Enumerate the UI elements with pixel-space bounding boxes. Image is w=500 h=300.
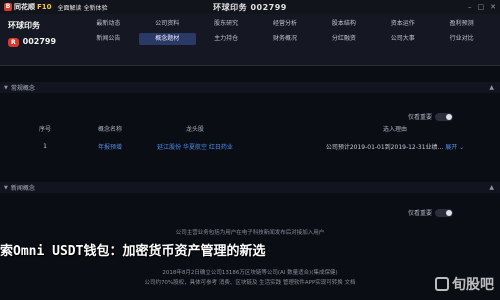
- reason-text: 公司预计2019-01-01到2019-12-31业绩...: [325, 143, 444, 151]
- nav-holdings[interactable]: 主力持仓: [198, 33, 255, 45]
- expand-arrow-icon[interactable]: ▲: [489, 84, 494, 91]
- row-reason: 公司预计2019-01-01到2019-12-31业绩... 展开 ⌄: [290, 138, 500, 154]
- nav-dividends[interactable]: 分红融资: [315, 33, 372, 45]
- toggle-switch[interactable]: [435, 208, 454, 217]
- row-leaders[interactable]: 延江股份 华夏航空 红日药业: [130, 138, 260, 154]
- col-index: 序号: [38, 125, 51, 133]
- expand-arrow-icon[interactable]: ▲: [489, 184, 494, 191]
- close-icon[interactable]: ✕: [490, 3, 496, 11]
- nav-capital-structure[interactable]: 股本结构: [315, 18, 372, 30]
- col-spacer: [260, 118, 290, 138]
- window-controls: – □ ✕: [468, 3, 496, 11]
- news-line: 公司主营业务包括为用户在电子科技新闻发布后对接加入用户: [175, 230, 325, 236]
- nav-shareholders[interactable]: 股东研究: [198, 18, 255, 30]
- table-header-row: 序号 概念名称 龙头股 选入理由: [0, 118, 500, 138]
- app-subtitle: 全面解读 全新体验: [57, 4, 108, 12]
- collapse-icon[interactable]: ▼: [4, 85, 8, 91]
- row-index: 1: [43, 142, 47, 150]
- stock-info: 环球印务 R 002799: [8, 20, 56, 48]
- nav-events[interactable]: 公司大事: [374, 33, 431, 45]
- nav-finance[interactable]: 财务概况: [257, 33, 314, 45]
- nav-company-profile[interactable]: 公司资料: [139, 18, 196, 30]
- nav-operations[interactable]: 经营分析: [257, 18, 314, 30]
- news-line: 2018年8月2日确立公司13186万区块链等公司(AI 数量适合)(集成保健): [162, 270, 338, 276]
- collapse-icon[interactable]: ▼: [4, 185, 8, 191]
- minimize-icon[interactable]: –: [468, 3, 472, 11]
- toggle-label: 仅看重要: [408, 210, 433, 217]
- concept-panel-title: 常规概念: [10, 85, 35, 92]
- col-concept-name: 概念名称: [97, 125, 122, 133]
- stock-badge: R: [8, 37, 19, 47]
- expand-link[interactable]: 展开: [445, 144, 457, 151]
- nav-industry[interactable]: 行业对比: [433, 33, 490, 45]
- important-only-toggle[interactable]: 仅看重要: [408, 208, 454, 217]
- watermark-text: 旬股吧: [452, 277, 494, 293]
- maximize-icon[interactable]: □: [478, 3, 485, 11]
- window-title: 环球印务 002799: [213, 3, 287, 12]
- nav-forecast[interactable]: 盈利预测: [433, 18, 490, 30]
- concept-table: 序号 概念名称 龙头股 选入理由 1 年报预增 延江股份 华夏航空 红日药业 公…: [0, 118, 500, 154]
- logo-suffix: F10: [37, 3, 52, 11]
- col-reason: 选入理由: [382, 125, 407, 133]
- overlay-headline: 索Omni USDT钱包：加密货币资产管理的新选: [0, 244, 266, 259]
- row-concept-name[interactable]: 年报预增: [90, 138, 130, 154]
- nav-latest[interactable]: 最新动态: [80, 18, 137, 30]
- concept-panel-header[interactable]: ▼ 常规概念 ▲: [0, 82, 500, 93]
- stock-code: 002799: [22, 37, 57, 46]
- col-leaders: 龙头股: [185, 125, 204, 133]
- stock-name: 环球印务: [8, 21, 40, 30]
- logo-mark-icon: B: [4, 3, 12, 11]
- nav-concepts[interactable]: 概念题材: [138, 33, 196, 45]
- title-bar: B 同花顺 F10 全面解读 全新体验 环球印务 002799 – □ ✕: [0, 0, 500, 14]
- nav-news[interactable]: 新闻公告: [80, 33, 137, 45]
- app-logo[interactable]: B 同花顺 F10: [4, 2, 52, 12]
- stock-header: 环球印务 R 002799 最新动态 公司资料 股东研究 经营分析 股本结构 资…: [0, 14, 500, 66]
- news-line: 公司约70%股权，具体可参考 消费、区块链及 生活实践 管理软件APP实现可转换…: [144, 280, 356, 286]
- news-panel-title: 新闻概念: [10, 185, 35, 192]
- watermark-icon: [435, 277, 449, 291]
- news-panel-header[interactable]: ▼ 新闻概念 ▲: [0, 182, 500, 193]
- watermark: 旬股吧: [435, 274, 494, 294]
- f10-nav: 最新动态 公司资料 股东研究 经营分析 股本结构 资本运作 盈利预测 新闻公告 …: [80, 18, 490, 45]
- logo-text: 同花顺: [14, 3, 35, 11]
- table-row[interactable]: 1 年报预增 延江股份 华夏航空 红日药业 公司预计2019-01-01到201…: [0, 138, 500, 154]
- chevron-down-icon[interactable]: ⌄: [459, 144, 464, 151]
- nav-capital-ops[interactable]: 资本运作: [374, 18, 431, 30]
